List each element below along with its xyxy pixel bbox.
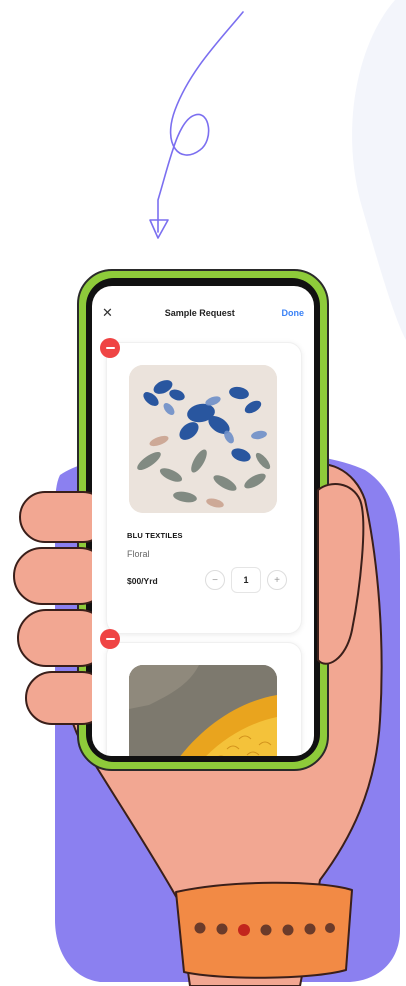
increment-button[interactable]: + [267, 570, 287, 590]
page-title: Sample Request [164, 308, 235, 318]
nav-bar: ✕ Sample Request Done [92, 302, 314, 324]
illustration: ✕ Sample Request Done BLU TEXTILES Flora… [0, 0, 406, 986]
watch-dot [304, 923, 316, 935]
remove-item-button[interactable] [100, 629, 120, 649]
brand-name: BLU TEXTILES [127, 531, 183, 540]
done-button[interactable]: Done [282, 308, 305, 318]
price-label: $00/Yrd [127, 576, 158, 586]
watch-dot [238, 924, 250, 936]
background-wave [352, 0, 406, 340]
watch-dot [282, 924, 294, 936]
quantity-field[interactable]: 1 [231, 567, 261, 593]
remove-item-button[interactable] [100, 338, 120, 358]
phone-screen: ✕ Sample Request Done BLU TEXTILES Flora… [92, 286, 314, 756]
curly-arrow-icon [157, 11, 244, 233]
sample-card: BLU TEXTILES Floral $00/Yrd − 1 + [106, 342, 302, 634]
floral-pattern-image [129, 365, 277, 513]
decrement-button[interactable]: − [205, 570, 225, 590]
koi-fish-image [129, 665, 277, 756]
watch-dot [194, 922, 206, 934]
watch-dot [325, 923, 335, 933]
fabric-swatch-image [129, 665, 277, 756]
arrow-head-icon [149, 219, 169, 239]
watch-dot [260, 924, 272, 936]
fabric-swatch-image [129, 365, 277, 513]
sample-card [106, 642, 302, 756]
quantity-stepper: − 1 + [205, 567, 287, 593]
close-icon[interactable]: ✕ [102, 305, 118, 321]
watch-dot [216, 923, 228, 935]
pattern-name: Floral [127, 549, 150, 559]
